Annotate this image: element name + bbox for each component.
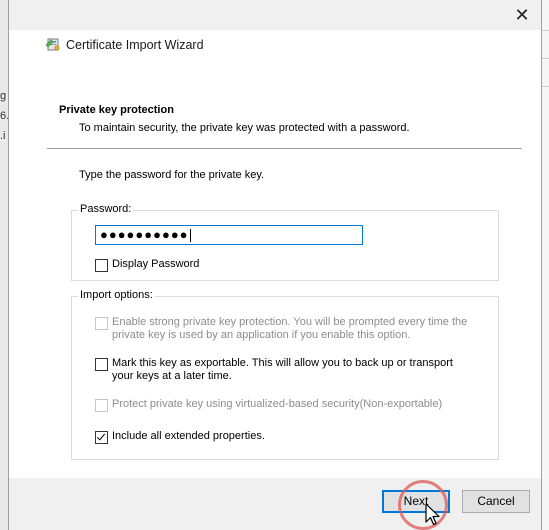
background-text-fragment: .i [0, 130, 6, 142]
strong-protection-checkbox [95, 317, 108, 330]
certificate-wizard-icon [45, 38, 60, 51]
text-caret [189, 229, 191, 243]
password-value: ●●●●●●●●●● [100, 227, 189, 242]
instruction-text: Type the password for the private key. [79, 169, 265, 181]
password-group: Password: ●●●●●●●●●● Display Password [71, 203, 499, 281]
virtualized-security-checkbox [95, 399, 108, 412]
wizard-title: Certificate Import Wizard [66, 38, 204, 52]
display-password-option[interactable]: Display Password [95, 258, 199, 272]
password-label: Password: [78, 203, 134, 215]
extended-properties-label: Include all extended properties. [112, 430, 265, 442]
certificate-import-wizard-dialog: ✕ ← Certificate Import Wizard Private ke… [8, 0, 542, 530]
mouse-cursor-icon [425, 503, 440, 526]
wizard-content-area: Certificate Import Wizard Private key pr… [9, 30, 541, 478]
virtualized-security-label: Protect private key using virtualized-ba… [112, 398, 443, 410]
strong-protection-option: Enable strong private key protection. Yo… [95, 316, 475, 342]
virtualized-security-option: Protect private key using virtualized-ba… [95, 398, 485, 412]
section-heading: Private key protection [59, 104, 174, 116]
display-password-checkbox[interactable] [95, 259, 108, 272]
close-icon: ✕ [514, 5, 530, 25]
section-description: To maintain security, the private key wa… [79, 122, 410, 134]
strong-protection-label: Enable strong private key protection. Yo… [112, 316, 468, 341]
background-text-fragment: g [0, 90, 7, 102]
display-password-label: Display Password [112, 258, 200, 270]
exportable-option[interactable]: Mark this key as exportable. This will a… [95, 357, 475, 383]
extended-properties-option[interactable]: Include all extended properties. [95, 430, 265, 444]
extended-properties-checkbox[interactable] [95, 431, 108, 444]
exportable-checkbox[interactable] [95, 358, 108, 371]
import-options-group: Import options: Enable strong private ke… [71, 289, 499, 460]
header-separator [47, 148, 522, 149]
close-button[interactable]: ✕ [511, 5, 533, 27]
cancel-button[interactable]: Cancel [462, 490, 530, 513]
exportable-label: Mark this key as exportable. This will a… [112, 357, 453, 382]
import-options-label: Import options: [78, 289, 155, 301]
password-input[interactable]: ●●●●●●●●●● [95, 225, 363, 245]
